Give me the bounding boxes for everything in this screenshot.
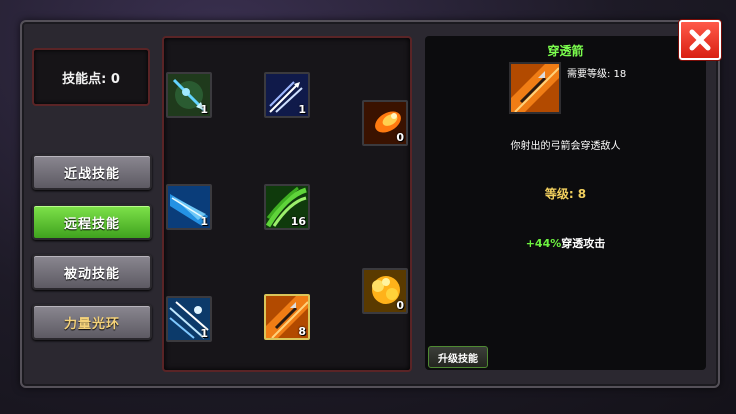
skill-level-badge: 0 bbox=[396, 131, 404, 144]
skill-slot-poison-arrow[interactable]: 16 bbox=[264, 184, 310, 230]
close-icon bbox=[689, 29, 711, 51]
melee-skills-label: 近战技能 bbox=[63, 166, 120, 182]
upgrade-skill-button[interactable]: 升级技能 bbox=[428, 346, 488, 368]
skill-level-badge: 1 bbox=[298, 103, 306, 116]
skill-level-badge: 1 bbox=[200, 327, 208, 340]
power-aura-label: 力量光环 bbox=[63, 316, 120, 332]
skill-slot-explosive-arrow[interactable]: 0 bbox=[362, 268, 408, 314]
skill-level-badge: 1 bbox=[200, 215, 208, 228]
piercing-arrow-icon bbox=[511, 64, 559, 112]
skill-slot-piercing-arrow[interactable]: 8 bbox=[264, 294, 310, 340]
skill-points-display: 技能点: 0 bbox=[32, 48, 150, 106]
passive-skills-label: 被动技能 bbox=[63, 266, 120, 282]
skill-slot-ice-arrow[interactable]: 1 bbox=[166, 184, 212, 230]
ranged-skills-label: 远程技能 bbox=[63, 216, 120, 232]
bonus-text: 穿透攻击 bbox=[561, 237, 606, 250]
detail-skill-icon bbox=[509, 62, 561, 114]
skill-level-badge: 8 bbox=[298, 325, 306, 338]
skill-slot-multi-arrow[interactable]: 1 bbox=[264, 72, 310, 118]
skill-level-badge: 0 bbox=[396, 299, 404, 312]
bonus-value: +44% bbox=[525, 237, 562, 250]
upgrade-skill-label: 升级技能 bbox=[438, 353, 478, 365]
skill-points-label: 技能点: 0 bbox=[62, 71, 120, 87]
melee-skills-button[interactable]: 近战技能 bbox=[32, 154, 152, 190]
skill-slot-arrow-rain[interactable]: 1 bbox=[166, 296, 212, 342]
skill-level-badge: 16 bbox=[290, 215, 306, 228]
skill-slot-fire-arrow[interactable]: 0 bbox=[362, 100, 408, 146]
power-aura-button[interactable]: 力量光环 bbox=[32, 304, 152, 340]
close-button[interactable] bbox=[679, 20, 721, 60]
skill-level-badge: 1 bbox=[200, 103, 208, 116]
skill-description: 你射出的弓箭会穿透敌人 bbox=[510, 141, 621, 152]
skill-slot-blue-arrow[interactable]: 1 bbox=[166, 72, 212, 118]
skill-level: 等级: 8 bbox=[544, 187, 587, 201]
level-requirement: 需要等级: 18 bbox=[567, 69, 627, 80]
ranged-skills-button[interactable]: 远程技能 bbox=[32, 204, 152, 240]
skill-name: 穿透箭 bbox=[547, 44, 584, 58]
skill-bonus: +44%穿透攻击 bbox=[425, 235, 706, 251]
skill-detail-panel: 穿透箭 需要等级: 18 你射出的弓箭会穿透敌人 等级: 8 +44%穿透攻击 bbox=[425, 36, 706, 370]
passive-skills-button[interactable]: 被动技能 bbox=[32, 254, 152, 290]
